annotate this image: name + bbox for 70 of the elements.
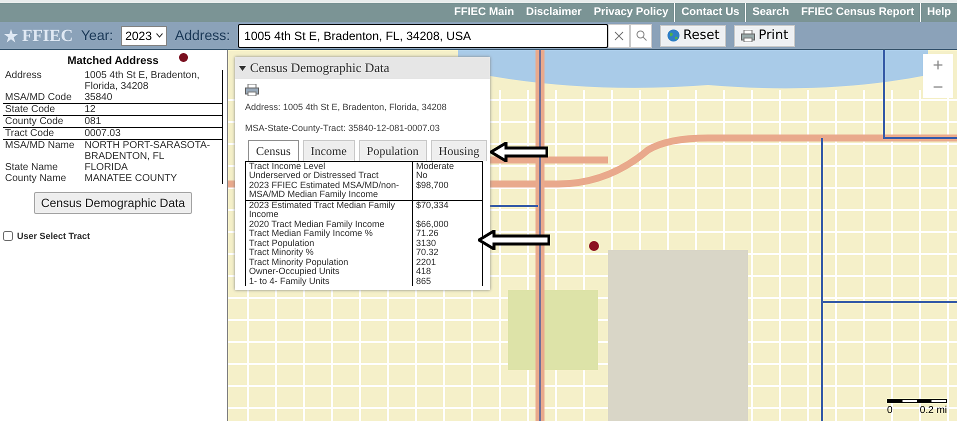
popup-title: Census Demographic Data [250,59,390,78]
data-label: Tract Income Level [246,161,412,171]
close-icon [614,30,624,40]
data-label: Owner-Occupied Units [246,267,412,276]
data-value: $66,000 [412,220,482,229]
field-value: NORTH PORT-SARASOTA-BRADENTON, FL [82,139,222,162]
field-label: Address [4,70,43,82]
tab[interactable]: Income [302,140,355,160]
chevron-down-icon [156,33,163,38]
data-value: $70,334 [412,200,482,220]
field-value: MANATEE COUNTY [82,172,222,184]
field-label: State Name [4,162,59,172]
field-value: 1005 4th St E, Bradenton, Florida, 34208 [82,70,222,92]
data-value: 418 [412,267,482,276]
scale-label: 0.2 mi [920,404,947,418]
field-value: 081 [82,115,222,127]
year-label: Year: [81,26,114,45]
print-button[interactable]: Print [734,24,796,46]
data-value: 865 [412,276,482,286]
field-value: 12 [82,103,222,115]
panel-title: Matched Address [67,55,159,67]
checkbox-label: User Select Tract [17,230,90,242]
printer-icon[interactable] [245,84,259,96]
data-value: No [412,171,482,180]
data-label: Tract Minority % [246,248,412,258]
reset-button[interactable]: Reset [660,24,726,46]
field-label: County Code [3,115,82,127]
year-select[interactable]: 2023 [121,26,167,46]
data-label: 1- to 4- Family Units [246,276,412,286]
data-value: 70.32 [412,248,482,258]
checkbox[interactable] [3,231,13,242]
logo-text: FFIEC [22,24,73,47]
data-label: Tract Minority Population [246,258,412,267]
caret-icon[interactable] [239,64,246,72]
printer-icon [741,30,756,42]
census-data-button[interactable]: Census Demographic Data [34,192,192,214]
tab[interactable]: Population [358,140,427,160]
address-label: Address: [174,26,230,45]
address-field[interactable]: 1005 4th St E, Bradenton, FL, 34208, USA [238,24,608,48]
data-label: 2020 Tract Median Family Income [246,220,412,229]
popup-tract: MSA-State-County-Tract: 35840-12-081-0007.03 [245,122,441,135]
data-label: Underserved or Distressed Tract [246,171,412,180]
star-icon [4,28,18,42]
data-label: Tract Median Family Income % [246,229,412,238]
clear-button[interactable] [608,24,630,48]
field-label: State Code [3,103,82,115]
popup-address: Address: 1005 4th St E, Bradenton, Florida, 34208 [245,100,448,114]
globe-icon [667,29,680,42]
field-label: Tract Code [3,127,82,139]
tab[interactable]: Census [248,140,299,160]
field-value: FLORIDA [82,162,222,172]
scale-label: 0 [887,404,893,418]
data-label: 2023 Estimated Tract Median Family Income [246,200,412,220]
data-value: 2201 [412,258,482,267]
tab[interactable]: Housing [430,140,488,160]
field-value: 0007.03 [82,127,222,139]
data-value: $98,700 [412,180,482,200]
field-label: MSA/MD Code [3,92,82,103]
scale-bar [887,399,947,403]
data-label: Tract Population [246,238,412,248]
data-label: 2023 FFIEC Estimated MSA/MD/non-MSA/MD Median Family Income [246,180,412,200]
popup-header[interactable]: Census Demographic Data [235,57,490,79]
location-dot-icon [179,53,188,62]
search-icon [636,30,647,41]
field-label: MSA/MD Name [3,139,82,162]
field-label: County Name [4,172,68,184]
field-value: 35840 [82,92,222,103]
location-marker-icon [589,241,599,251]
search-button[interactable] [630,24,652,48]
data-value: Moderate [412,161,482,171]
